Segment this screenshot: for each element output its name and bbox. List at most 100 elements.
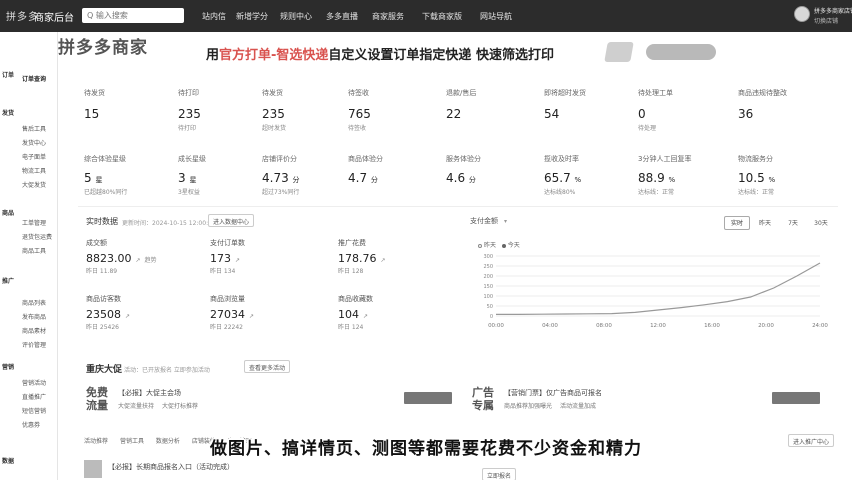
trend-icon[interactable]: ↗ bbox=[249, 313, 254, 320]
realtime-metric[interactable]: 支付订单数 173 ↗ 昨日 134 bbox=[210, 238, 330, 275]
enter-data-center-button[interactable]: 进入数据中心 bbox=[208, 214, 255, 227]
realtime-metric[interactable]: 商品浏览量 27034 ↗ 昨日 22242 bbox=[210, 294, 330, 331]
realtime-value: 104 bbox=[338, 308, 359, 321]
metric-card[interactable]: 待签收 765 待签收 bbox=[348, 88, 438, 132]
banner-cta-button[interactable] bbox=[646, 44, 716, 60]
score-unit: % bbox=[768, 176, 776, 184]
y-tick-label: 250 bbox=[483, 264, 493, 270]
sidebar-group-promo: 推广 bbox=[2, 278, 15, 285]
realtime-sub: 昨日 11.89 bbox=[86, 268, 118, 275]
y-tick-label: 100 bbox=[483, 294, 493, 300]
realtime-metric[interactable]: 成交额 8823.00 ↗ 趋势 昨日 11.89 bbox=[86, 238, 206, 275]
trend-icon[interactable]: ↗ bbox=[235, 257, 240, 264]
score-unit: 星 bbox=[189, 176, 197, 184]
brand-title[interactable]: 商家后台 bbox=[34, 9, 74, 24]
score-unit: 星 bbox=[95, 176, 103, 184]
realtime-metric[interactable]: 推广花费 178.76 ↗ 昨日 128 bbox=[338, 238, 458, 275]
chevron-down-icon[interactable]: ▾ bbox=[504, 218, 507, 225]
sidebar-item-reviews[interactable]: 评价管理 bbox=[22, 340, 46, 349]
promo-card-free-traffic[interactable]: 免费流量 【必报】大促主会场 大促流量扶持 大促打标推荐 bbox=[86, 384, 452, 426]
metric-value: 235 bbox=[178, 107, 201, 121]
tab-yesterday[interactable]: 昨天 bbox=[752, 216, 778, 230]
metric-card[interactable]: 待发货 15 bbox=[84, 88, 174, 123]
sidebar-item-live-promo[interactable]: 直播推广 bbox=[22, 392, 46, 401]
trend-icon[interactable]: ↗ bbox=[125, 313, 130, 320]
score-card[interactable]: 3分钟人工回复率 88.9 % 达标线：正常 bbox=[638, 154, 728, 196]
legend-yesterday[interactable]: 昨天 bbox=[484, 242, 496, 249]
sidebar-item-return-fee[interactable]: 退货包运费 bbox=[22, 232, 52, 241]
switch-shop-link[interactable]: 切换店铺 bbox=[814, 16, 838, 25]
metric-card[interactable]: 商品违规待整改 36 bbox=[738, 88, 828, 123]
promo-card-ad-exclusive[interactable]: 广告专属 【营销门票】仅广告商品可报名 商品推荐加强曝光 活动流量加成 bbox=[472, 384, 832, 426]
trend-icon[interactable]: ↗ bbox=[363, 313, 368, 320]
score-sub: 超过73%同行 bbox=[262, 189, 300, 196]
nav-item-download[interactable]: 下载商家版 bbox=[422, 11, 462, 22]
score-sub: 达标线：正常 bbox=[638, 189, 675, 196]
tab-realtime[interactable]: 实时 bbox=[724, 216, 750, 230]
y-tick-label: 300 bbox=[483, 254, 493, 260]
card-tags: 商品推荐加强曝光 活动流量加成 bbox=[504, 401, 602, 410]
metric-card[interactable]: 待打印 235 待打印 bbox=[178, 88, 268, 132]
sidebar-group-orders: 订单 bbox=[2, 72, 15, 79]
top-bar: 拼多多 商家后台 Q 输入搜索 站内信 新增学分 规则中心 多多直播 商家服务 … bbox=[0, 0, 852, 32]
sidebar-item-publish[interactable]: 发布商品 bbox=[22, 312, 46, 321]
score-card[interactable]: 揽收及时率 65.7 % 达标线80% bbox=[544, 154, 634, 196]
realtime-label: 商品访客数 bbox=[86, 295, 121, 303]
sidebar-item-goods-list[interactable]: 商品列表 bbox=[22, 298, 46, 307]
metric-card[interactable]: 待处理工单 0 待处理 bbox=[638, 88, 728, 132]
main-content: 拼多多商家 用官方打单-智选快递自定义设置订单指定快递 快速筛选打印 待发货 1… bbox=[58, 32, 852, 480]
nav-item-sitemap[interactable]: 网站导航 bbox=[480, 11, 512, 22]
search-input[interactable]: Q 输入搜索 bbox=[82, 8, 184, 23]
metric-card[interactable]: 退款/售后 22 bbox=[446, 88, 536, 123]
series-line-today[interactable] bbox=[496, 262, 821, 316]
legend-today[interactable]: 今天 bbox=[508, 242, 520, 249]
nav-item-credits[interactable]: 新增学分 bbox=[236, 11, 268, 22]
score-card[interactable]: 店铺评价分 4.73 分 超过73%同行 bbox=[262, 154, 352, 196]
metric-card[interactable]: 即将超时发货 54 bbox=[544, 88, 634, 123]
tab-7days[interactable]: 7天 bbox=[780, 216, 806, 230]
item-signup-button[interactable]: 立即报名 bbox=[482, 468, 517, 480]
card-signup-button[interactable] bbox=[772, 392, 820, 404]
nav-item-services[interactable]: 商家服务 bbox=[372, 11, 404, 22]
score-label: 店铺评价分 bbox=[262, 155, 297, 163]
more-campaigns-button[interactable]: 查看更多活动 bbox=[244, 360, 291, 373]
sidebar-item-tickets[interactable]: 工单管理 bbox=[22, 218, 46, 227]
realtime-metric[interactable]: 商品收藏数 104 ↗ 昨日 124 bbox=[338, 294, 458, 331]
score-label: 揽收及时率 bbox=[544, 155, 579, 163]
nav-item-rules[interactable]: 规则中心 bbox=[280, 11, 312, 22]
metric-card[interactable]: 待发货 235 超时发货 bbox=[262, 88, 352, 132]
item-thumbnail bbox=[84, 460, 102, 478]
sidebar-item-sms[interactable]: 短信营销 bbox=[22, 406, 46, 415]
score-value: 4.73 bbox=[262, 171, 289, 185]
sidebar-item-campaigns[interactable]: 营销活动 bbox=[22, 378, 46, 387]
score-card[interactable]: 物流服务分 10.5 % 达标线：正常 bbox=[738, 154, 828, 196]
score-card[interactable]: 商品体验分 4.7 分 bbox=[348, 154, 438, 187]
sidebar-item-order-query[interactable]: 订单查询 bbox=[22, 74, 46, 83]
realtime-metric[interactable]: 商品访客数 23508 ↗ 昨日 25426 bbox=[86, 294, 206, 331]
sidebar-item-goods-tools[interactable]: 商品工具 bbox=[22, 246, 46, 255]
banner-suffix: 自定义设置订单指定快递 快速筛选打印 bbox=[328, 48, 554, 63]
score-card[interactable]: 综合体验星级 5 星 已超越80%同行 bbox=[84, 154, 174, 196]
trend-icon[interactable]: ↗ bbox=[381, 257, 386, 264]
sidebar-item-coupons[interactable]: 优惠券 bbox=[22, 420, 40, 429]
sidebar-item-aftersale[interactable]: 售后工具 bbox=[22, 124, 46, 133]
score-label: 3分钟人工回复率 bbox=[638, 155, 692, 163]
sidebar-item-material[interactable]: 商品素材 bbox=[22, 326, 46, 335]
score-card[interactable]: 服务体验分 4.6 分 bbox=[446, 154, 536, 187]
sidebar-item-waybill[interactable]: 电子面单 bbox=[22, 152, 46, 161]
sidebar-item-ship-center[interactable]: 发货中心 bbox=[22, 138, 46, 147]
score-card[interactable]: 成长星级 3 星 3星权益 bbox=[178, 154, 268, 196]
card-signup-button[interactable] bbox=[404, 392, 452, 404]
nav-item-live[interactable]: 多多直播 bbox=[326, 11, 358, 22]
nav-item-messages[interactable]: 站内信 bbox=[202, 11, 226, 22]
promo-banner[interactable]: 用官方打单-智选快递自定义设置订单指定快递 快速筛选打印 bbox=[206, 44, 554, 63]
metric-sub: 待打印 bbox=[178, 125, 197, 132]
avatar[interactable] bbox=[794, 6, 810, 22]
tab-30days[interactable]: 30天 bbox=[808, 216, 834, 230]
banner-highlight: 官方打单-智选快递 bbox=[219, 48, 329, 63]
item-title[interactable]: 【必报】长期商品报名入口（活动完成） bbox=[108, 462, 234, 472]
sidebar-item-promo-ship[interactable]: 大促发货 bbox=[22, 180, 46, 189]
metric-label: 待处理工单 bbox=[638, 89, 673, 97]
sidebar-item-logistics[interactable]: 物流工具 bbox=[22, 166, 46, 175]
trend-icon[interactable]: ↗ bbox=[136, 257, 141, 264]
